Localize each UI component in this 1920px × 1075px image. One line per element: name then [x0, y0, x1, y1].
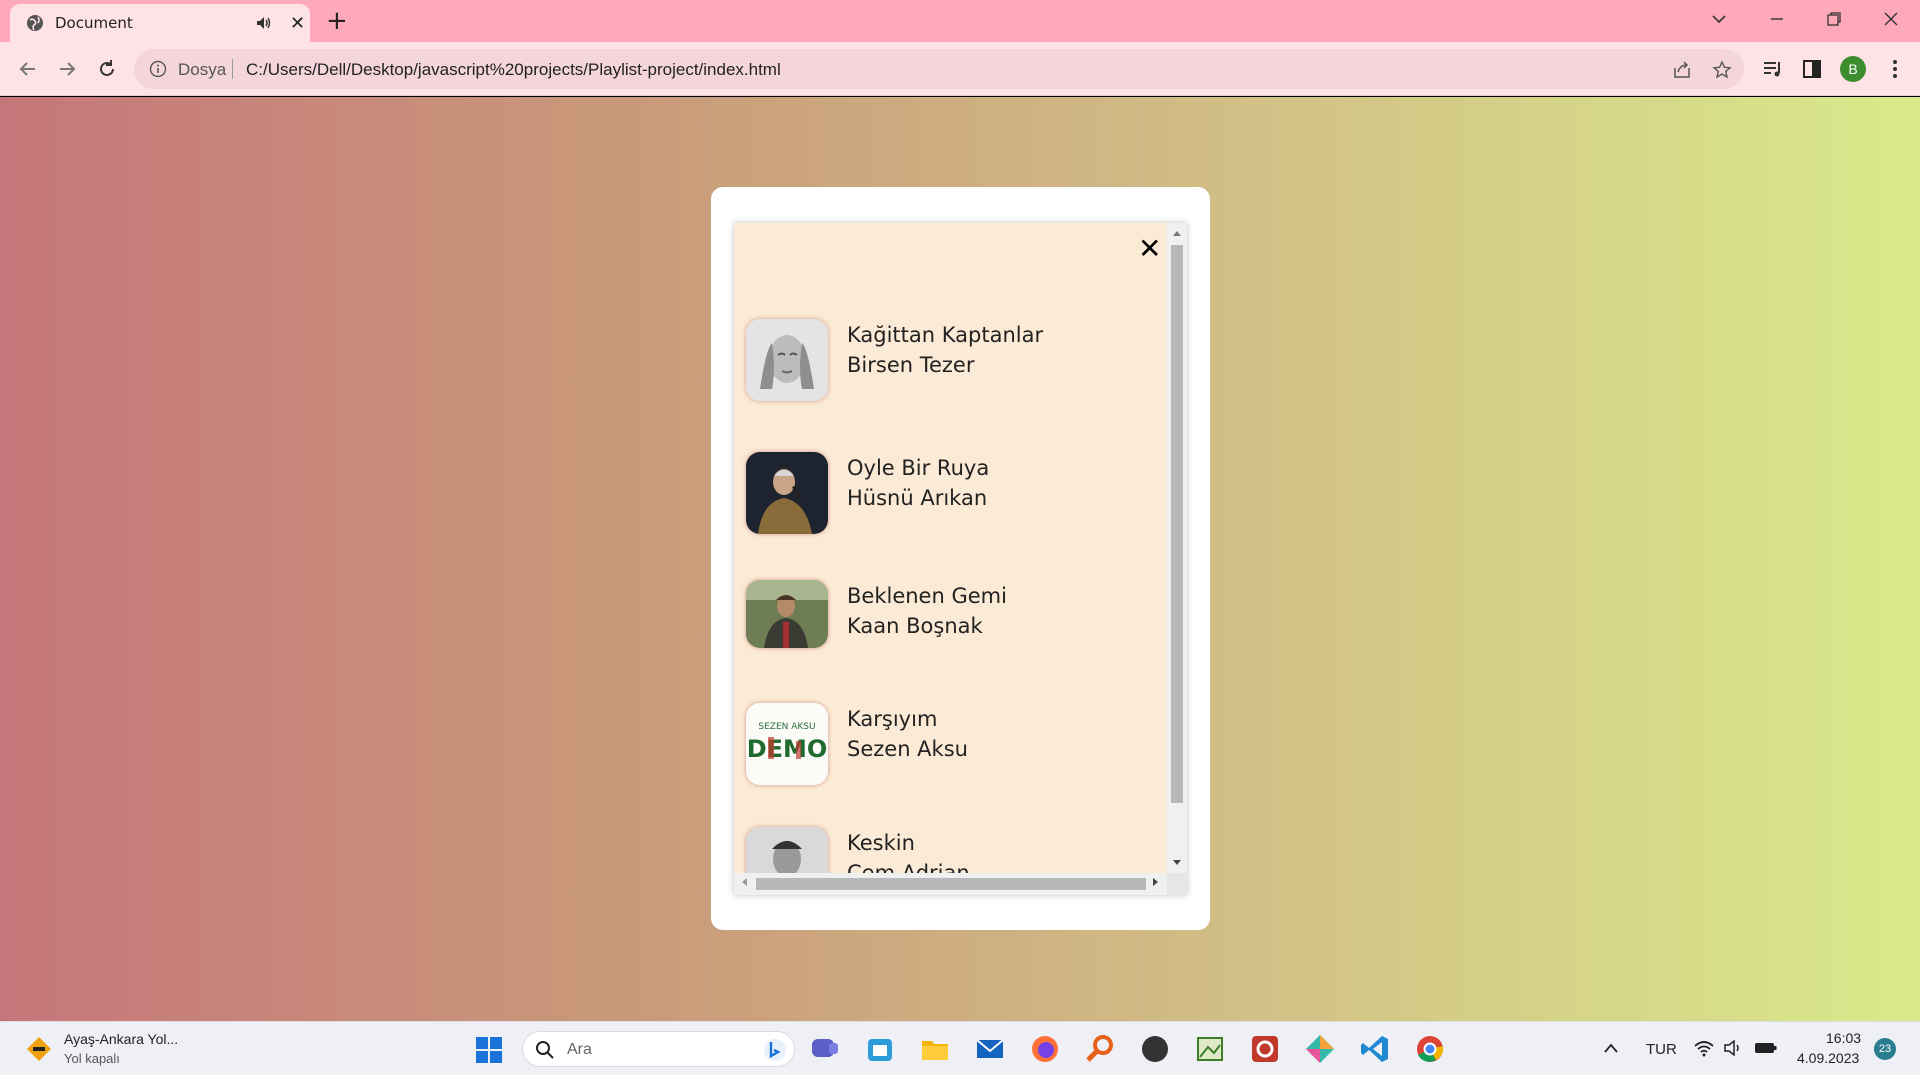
song-item[interactable]: Keskin Cem Adrian — [746, 827, 1156, 873]
scroll-down-arrow-icon[interactable] — [1172, 859, 1182, 867]
news-title[interactable]: Ayaş-Ankara Yol... — [64, 1031, 178, 1047]
album-cover — [746, 452, 828, 534]
bing-icon[interactable] — [763, 1038, 787, 1062]
firefox-icon[interactable] — [1029, 1033, 1061, 1065]
vscode-icon[interactable] — [1359, 1033, 1391, 1065]
file-explorer-icon[interactable] — [919, 1033, 951, 1065]
share-icon[interactable] — [1672, 60, 1692, 80]
song-name: Keskin — [847, 831, 915, 855]
browser-toolbar: Dosya C:/Users/Dell/Desktop/javascript%2… — [0, 42, 1920, 96]
omnibox-divider — [232, 59, 233, 79]
tab-strip: Document ✕ + — [0, 0, 1920, 42]
song-name: Kağittan Kaptanlar — [847, 323, 1044, 347]
side-panel-icon[interactable] — [1801, 58, 1823, 80]
scroll-left-arrow-icon[interactable] — [740, 877, 748, 887]
volume-icon[interactable] — [1723, 1039, 1743, 1057]
album-art-image: SEZEN AKSU DEMO — [746, 703, 828, 785]
song-artist: Kaan Boşnak — [847, 614, 983, 638]
song-artist: Hüsnü Arıkan — [847, 486, 988, 510]
song-item[interactable]: Beklenen Gemi Kaan Boşnak — [746, 580, 1156, 664]
page-background: ✕ Kağittan Kaptanlar Birsen Tezer Oyle B… — [0, 97, 1920, 1021]
song-artist: Birsen Tezer — [847, 353, 975, 377]
song-list[interactable]: ✕ Kağittan Kaptanlar Birsen Tezer Oyle B… — [734, 223, 1164, 873]
horizontal-scroll-thumb[interactable] — [756, 878, 1146, 890]
search-app-icon[interactable] — [1084, 1033, 1116, 1065]
new-tab-button[interactable]: + — [326, 6, 348, 36]
scroll-right-arrow-icon[interactable] — [1152, 877, 1160, 887]
song-name: Karşıyım — [847, 707, 938, 731]
recorder-app-icon[interactable] — [1249, 1033, 1281, 1065]
chrome-icon[interactable] — [1414, 1033, 1446, 1065]
notification-badge[interactable]: 23 — [1874, 1038, 1896, 1060]
taskbar: Ayaş-Ankara Yol... Yol kapalı Ara TUR 16… — [0, 1021, 1920, 1075]
album-cover: SEZEN AKSU DEMO — [746, 703, 828, 785]
photo-app-icon[interactable] — [1194, 1033, 1226, 1065]
portrait-image — [746, 452, 828, 534]
speaker-icon[interactable] — [255, 14, 273, 32]
restore-icon[interactable] — [1825, 10, 1843, 28]
window-close-icon[interactable] — [1882, 10, 1900, 28]
portrait-image — [746, 319, 828, 401]
store-icon[interactable] — [864, 1033, 896, 1065]
globe-icon — [27, 15, 43, 31]
forward-arrow-icon[interactable] — [52, 54, 82, 84]
site-label: Dosya — [178, 60, 227, 79]
profile-avatar[interactable]: B — [1840, 56, 1866, 82]
wifi-icon[interactable] — [1694, 1039, 1714, 1057]
chevron-up-icon[interactable] — [1603, 1042, 1619, 1054]
search-placeholder: Ara — [567, 1041, 592, 1058]
reload-icon[interactable] — [92, 54, 122, 84]
traffic-alert-icon[interactable] — [26, 1036, 52, 1062]
vertical-scroll-thumb[interactable] — [1171, 245, 1183, 803]
horizontal-scrollbar[interactable] — [734, 873, 1167, 895]
language-indicator[interactable]: TUR — [1646, 1041, 1677, 1058]
back-arrow-icon[interactable] — [13, 54, 43, 84]
minimize-icon[interactable] — [1768, 10, 1786, 28]
portrait-image — [746, 827, 828, 873]
song-name: Oyle Bir Ruya — [847, 456, 990, 480]
song-artist: Cem Adrian — [847, 861, 970, 873]
album-cover — [746, 580, 828, 648]
playlist-panel: ✕ Kağittan Kaptanlar Birsen Tezer Oyle B… — [734, 223, 1187, 895]
tab-search-chevron-icon[interactable] — [1710, 10, 1728, 28]
news-subtitle[interactable]: Yol kapalı — [64, 1051, 120, 1066]
media-queue-icon[interactable] — [1762, 58, 1784, 80]
album-cover — [746, 827, 828, 873]
playlist-card: ✕ Kağittan Kaptanlar Birsen Tezer Oyle B… — [711, 187, 1210, 930]
battery-icon[interactable] — [1754, 1040, 1778, 1056]
song-artist: Sezen Aksu — [847, 737, 968, 761]
tab-close-icon[interactable]: ✕ — [290, 13, 305, 34]
tab-document[interactable]: Document ✕ — [10, 4, 310, 42]
taskbar-search[interactable]: Ara — [522, 1031, 795, 1067]
vertical-scrollbar[interactable] — [1167, 223, 1187, 873]
search-icon — [536, 1041, 554, 1059]
bookmark-star-icon[interactable] — [1712, 60, 1732, 80]
song-item[interactable]: Oyle Bir Ruya Hüsnü Arıkan — [746, 452, 1156, 536]
song-item[interactable]: Kağittan Kaptanlar Birsen Tezer — [746, 319, 1156, 403]
teams-chat-icon[interactable] — [809, 1033, 841, 1065]
portrait-image — [746, 580, 828, 648]
clock-time[interactable]: 16:03 — [1826, 1030, 1861, 1046]
scroll-up-arrow-icon[interactable] — [1172, 229, 1182, 237]
git-app-icon[interactable] — [1304, 1033, 1336, 1065]
info-icon[interactable] — [149, 60, 167, 78]
album-cover — [746, 319, 828, 401]
address-bar[interactable]: Dosya C:/Users/Dell/Desktop/javascript%2… — [134, 49, 1744, 89]
more-menu-icon[interactable] — [1884, 58, 1906, 80]
tab-title: Document — [55, 14, 133, 32]
clock-date[interactable]: 4.09.2023 — [1797, 1050, 1859, 1066]
close-icon[interactable]: ✕ — [1138, 235, 1161, 263]
cover-main-text: DEMO — [747, 735, 828, 763]
song-name: Beklenen Gemi — [847, 584, 1007, 608]
url-text[interactable]: C:/Users/Dell/Desktop/javascript%20proje… — [246, 60, 781, 80]
scrollbar-corner — [1167, 873, 1187, 895]
cover-top-text: SEZEN AKSU — [758, 722, 815, 732]
windows-start-icon[interactable] — [475, 1036, 503, 1064]
mail-icon[interactable] — [974, 1033, 1006, 1065]
chatgpt-icon[interactable] — [1139, 1033, 1171, 1065]
song-item[interactable]: SEZEN AKSU DEMO Karşıyım Sezen Aksu — [746, 703, 1156, 787]
